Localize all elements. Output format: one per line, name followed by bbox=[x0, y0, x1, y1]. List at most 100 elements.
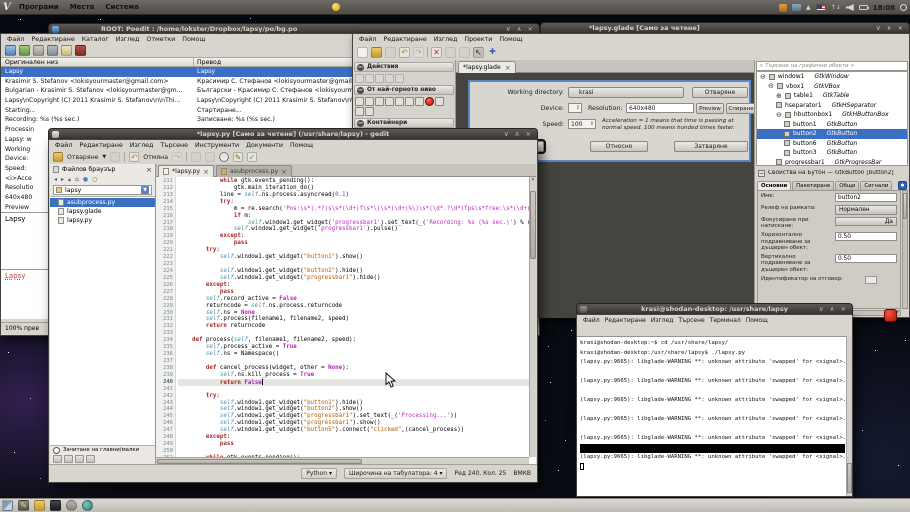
panel-button[interactable] bbox=[75, 455, 84, 463]
widget-palette-icon[interactable] bbox=[385, 97, 394, 106]
stop-button-small[interactable]: Спиране bbox=[726, 103, 754, 114]
code-view[interactable]: while gtk.events_pending(): gtk.main_ite… bbox=[176, 177, 536, 464]
poedit-menu-5[interactable]: Помощ bbox=[182, 36, 205, 43]
chevron-down-icon[interactable]: ▼ bbox=[102, 154, 106, 160]
media-launcher-icon[interactable] bbox=[66, 500, 77, 511]
cut-icon[interactable] bbox=[191, 152, 201, 162]
widget-palette-icon[interactable] bbox=[415, 97, 424, 106]
property-toggle[interactable]: Да bbox=[835, 217, 897, 226]
gedit-menu-1[interactable]: Редактиране bbox=[79, 142, 122, 149]
refresh-icon[interactable]: ● bbox=[83, 176, 88, 183]
tree-node-progressbar1[interactable]: progressbar1GtkProgressBar bbox=[757, 158, 907, 167]
comment-icon[interactable] bbox=[61, 45, 72, 56]
tree-node-hbuttonbox1[interactable]: ⊖hbuttonbox1GtkHButtonBox bbox=[757, 110, 907, 120]
paste-icon[interactable] bbox=[205, 152, 215, 162]
save-icon[interactable] bbox=[385, 47, 396, 58]
tree-node-button6[interactable]: button6GtkButton bbox=[757, 139, 907, 149]
document-tab[interactable]: *lapsy.py× bbox=[158, 165, 214, 177]
power-icon[interactable] bbox=[900, 4, 907, 11]
open-label[interactable]: Отваряне bbox=[67, 154, 98, 161]
new-catalog-icon[interactable] bbox=[5, 45, 16, 56]
glade-menu-0[interactable]: Файл bbox=[359, 36, 376, 43]
terminal-titlebar[interactable]: krasi@shodan-desktop: /usr/share/lapsy ∨… bbox=[576, 303, 853, 314]
resolution-entry[interactable]: 640x480 bbox=[626, 103, 694, 113]
search-icon[interactable] bbox=[219, 152, 229, 162]
property-entry[interactable]: 0.50 bbox=[835, 232, 897, 241]
close-button[interactable]: Затваряне bbox=[674, 141, 748, 152]
prop-tab-1[interactable]: Пакетиране bbox=[792, 181, 834, 190]
panel-button[interactable] bbox=[86, 455, 95, 463]
back-icon[interactable]: ◂ bbox=[54, 176, 57, 183]
expander-icon[interactable]: ⊖ bbox=[776, 111, 782, 119]
network-icon[interactable]: ↑↓ bbox=[831, 4, 841, 12]
language-combo[interactable]: Python ▾ bbox=[301, 468, 337, 479]
widget-palette-icon[interactable] bbox=[435, 97, 444, 106]
file-item[interactable]: asubprocess.py bbox=[50, 198, 155, 207]
property-button[interactable]: Нормален bbox=[835, 205, 897, 215]
desktop-red-icon[interactable] bbox=[884, 309, 897, 322]
keyboard-layout-flag-icon[interactable] bbox=[816, 4, 826, 11]
show-desktop-icon[interactable] bbox=[2, 500, 13, 511]
validate-icon[interactable] bbox=[33, 45, 44, 56]
widget-palette-icon[interactable] bbox=[395, 74, 404, 83]
fuzzy-icon[interactable] bbox=[47, 45, 58, 56]
widget-palette-icon[interactable] bbox=[385, 74, 394, 83]
tree-node-button2[interactable]: button2GtkButton bbox=[757, 129, 907, 139]
widget-palette-icon[interactable] bbox=[375, 74, 384, 83]
glade-menu-1[interactable]: Редактиране bbox=[383, 36, 426, 43]
property-entry-small[interactable] bbox=[865, 276, 877, 284]
forward-icon[interactable]: ▸ bbox=[61, 176, 64, 183]
stats-icon[interactable] bbox=[75, 45, 86, 56]
widget-palette-icon[interactable] bbox=[365, 74, 374, 83]
poedit-menu-2[interactable]: Каталог bbox=[82, 36, 109, 43]
distro-logo-icon[interactable]: V bbox=[3, 2, 15, 13]
copy-icon[interactable] bbox=[445, 47, 456, 58]
terminal-scrollbar[interactable] bbox=[846, 336, 852, 496]
tree-node-button1[interactable]: button1GtkButton bbox=[757, 120, 907, 130]
property-entry[interactable]: 0.50 bbox=[835, 254, 897, 263]
speed-spin[interactable]: 100 bbox=[568, 119, 596, 129]
prop-tab-2[interactable]: Общи bbox=[835, 181, 859, 190]
undo-icon[interactable]: ↶ bbox=[129, 152, 139, 162]
palette-section-header[interactable]: −Действия bbox=[354, 62, 454, 72]
tree-node-vbox1[interactable]: ⊖vbox1GtkVBox bbox=[757, 82, 907, 92]
widget-palette-icon[interactable] bbox=[395, 97, 404, 106]
chevron-down-icon[interactable]: ▼ bbox=[141, 186, 149, 194]
terminal-menu-2[interactable]: Изглед bbox=[651, 317, 674, 324]
terminal-menu-0[interactable]: Файл bbox=[583, 317, 600, 324]
prop-tab-0[interactable]: Основни bbox=[757, 181, 791, 190]
paste-icon[interactable] bbox=[459, 47, 470, 58]
undo-label[interactable]: Отмяна bbox=[143, 154, 168, 161]
working-dir-chooser[interactable]: krasi bbox=[568, 87, 684, 98]
widget-search-input[interactable]: < Търсене на графични обекти > bbox=[756, 61, 908, 71]
poedit-menu-0[interactable]: Файл bbox=[7, 36, 24, 43]
tree-node-button3[interactable]: button3GtkButton bbox=[757, 148, 907, 158]
terminal-menu-3[interactable]: Търсене bbox=[678, 317, 704, 324]
glade-tab[interactable]: *lapsy.glade × bbox=[458, 61, 516, 73]
prop-tab-3[interactable]: Сигнали bbox=[860, 181, 892, 190]
poedit-menu-1[interactable]: Редактиране bbox=[31, 36, 74, 43]
notification-icon[interactable] bbox=[332, 3, 340, 11]
widget-palette-icon[interactable] bbox=[355, 107, 364, 116]
top-menu-2[interactable]: Система bbox=[105, 3, 138, 11]
gedit-menu-2[interactable]: Изглед bbox=[130, 142, 154, 149]
panel-button[interactable] bbox=[53, 455, 62, 463]
glade-menu-3[interactable]: Проекти bbox=[464, 36, 492, 43]
close-icon[interactable]: × bbox=[146, 166, 152, 174]
text-area[interactable]: 2112122132142152162172182192202212222232… bbox=[156, 177, 536, 464]
undo-icon[interactable]: ↶ bbox=[399, 47, 410, 58]
gedit-titlebar[interactable]: *lapsy.py [Само за четене] (/usr/share/l… bbox=[48, 128, 538, 139]
property-entry[interactable]: button2 bbox=[835, 193, 897, 202]
gedit-menu-0[interactable]: Файл bbox=[55, 142, 72, 149]
glade-menu-4[interactable]: Помощ bbox=[499, 36, 522, 43]
home-icon[interactable]: ⌂ bbox=[75, 176, 79, 183]
scrollbar-thumb[interactable] bbox=[903, 193, 907, 219]
tree-node-window1[interactable]: ⊖window1GtkWindow bbox=[757, 72, 907, 82]
folder-indicator-icon[interactable] bbox=[792, 4, 801, 11]
widget-palette-icon[interactable] bbox=[405, 97, 414, 106]
spellcheck-icon[interactable]: ✓ bbox=[247, 152, 257, 162]
up-icon[interactable]: ▴ bbox=[68, 176, 71, 183]
widget-palette-icon[interactable] bbox=[365, 97, 374, 106]
location-combo[interactable]: lapsy ▼ bbox=[53, 185, 152, 195]
search-icon[interactable]: ○ bbox=[92, 176, 97, 183]
